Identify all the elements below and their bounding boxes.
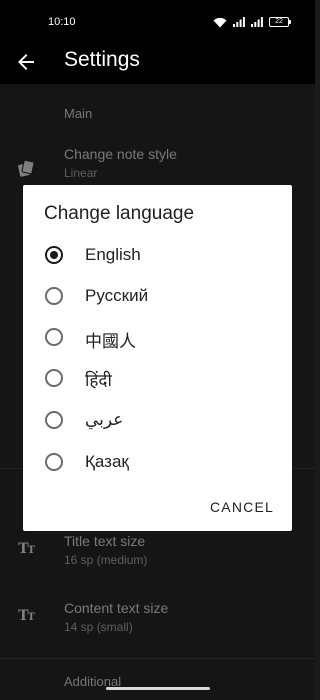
cancel-button[interactable]: CANCEL xyxy=(210,499,274,515)
language-option-hindi[interactable]: हिंदी xyxy=(23,358,292,398)
signal-icon-2 xyxy=(251,17,263,27)
language-option-english[interactable]: English xyxy=(23,235,292,275)
language-option-chinese[interactable]: 中國人 xyxy=(23,317,292,357)
arrow-back-icon[interactable] xyxy=(14,50,38,74)
radio-button-icon[interactable] xyxy=(45,411,63,429)
option-label: English xyxy=(85,245,141,264)
radio-button-icon[interactable] xyxy=(45,453,63,471)
wifi-icon xyxy=(213,17,227,28)
status-bar: 10:10 22 xyxy=(0,0,315,40)
page-title: Settings xyxy=(64,48,140,71)
language-option-arabic[interactable]: عربي xyxy=(23,400,292,440)
language-option-kazakh[interactable]: Қазақ xyxy=(23,442,292,482)
option-label: 中國人 xyxy=(85,332,136,351)
status-icons: 22 xyxy=(213,15,291,29)
radio-button-checked-icon[interactable] xyxy=(45,246,63,264)
dialog-title: Change language xyxy=(44,203,195,224)
gesture-bar[interactable] xyxy=(106,687,210,690)
option-label: عربي xyxy=(85,410,124,429)
signal-icon xyxy=(233,17,245,27)
option-label: Русский xyxy=(85,286,149,305)
option-label: Қазақ xyxy=(85,452,129,471)
option-label: हिंदी xyxy=(85,371,112,390)
radio-button-icon[interactable] xyxy=(45,328,63,346)
language-option-russian[interactable]: Русский xyxy=(23,276,292,316)
language-dialog: Change language English Русский 中國人 हिंद… xyxy=(23,185,292,531)
app-bar: Settings xyxy=(0,40,315,84)
radio-button-icon[interactable] xyxy=(45,287,63,305)
radio-button-icon[interactable] xyxy=(45,369,63,387)
status-time: 10:10 xyxy=(48,16,76,28)
battery-icon: 22 xyxy=(269,17,291,27)
